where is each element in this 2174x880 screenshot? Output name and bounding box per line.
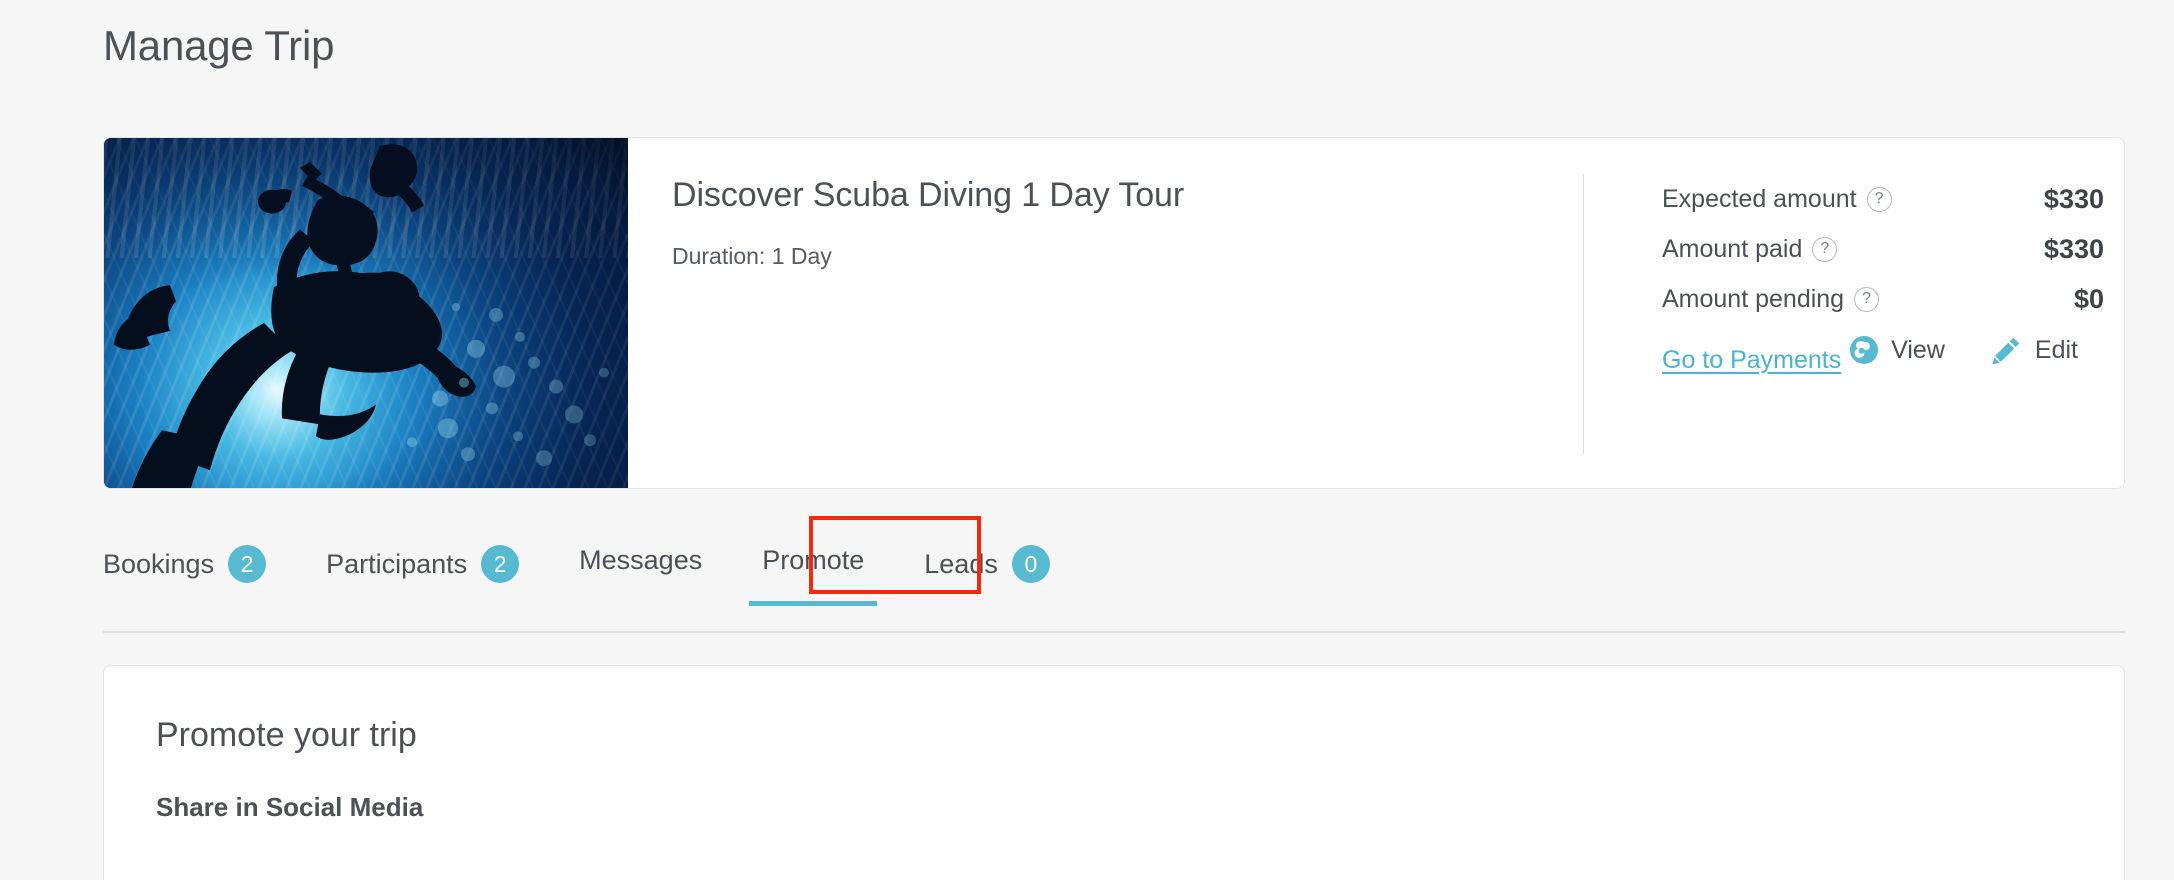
payments-link-wrap: Go to Payments <box>1614 324 2124 375</box>
tab-promote[interactable]: Promote <box>762 513 864 606</box>
amount-paid-value: $330 <box>2043 233 2104 264</box>
tab-bookings-badge: 2 <box>228 545 267 583</box>
tabs-list: Bookings 2 Participants 2 Messages Promo… <box>103 513 1110 613</box>
card-vertical-divider <box>1583 174 1584 454</box>
tabs-row: Bookings 2 Participants 2 Messages Promo… <box>103 513 2125 632</box>
amount-row-expected: Expected amount ? $330 <box>1614 174 2124 224</box>
amount-pending-value: $0 <box>2073 283 2104 314</box>
amount-row-pending: Amount pending ? $0 <box>1614 274 2124 324</box>
tab-messages-label: Messages <box>579 545 703 575</box>
expected-amount-label: Expected amount <box>1662 184 1857 213</box>
tab-leads-label: Leads <box>924 548 998 579</box>
tab-participants-badge: 2 <box>481 545 520 583</box>
manage-trip-page: Manage Trip Discover Scuba Diving 1 Day … <box>0 0 2174 880</box>
tab-messages[interactable]: Messages <box>579 513 702 606</box>
tab-participants-label: Participants <box>326 548 468 579</box>
share-social-media-heading: Share in Social Media <box>156 792 424 822</box>
trip-summary-card: Discover Scuba Diving 1 Day Tour Duratio… <box>103 137 2125 489</box>
promote-panel: Promote your trip Share in Social Media <box>103 665 2125 880</box>
tabs-bottom-divider <box>103 631 2125 633</box>
amount-pending-help-icon[interactable]: ? <box>1854 286 1880 312</box>
amount-row-paid: Amount paid ? $330 <box>1614 224 2124 274</box>
expected-amount-help-icon[interactable]: ? <box>1866 186 1892 212</box>
tab-bookings-label: Bookings <box>103 548 215 579</box>
tab-leads[interactable]: Leads 0 <box>924 513 1050 613</box>
trip-thumbnail-image <box>104 138 628 488</box>
amounts-panel: Expected amount ? $330 Amount paid ? $33… <box>1614 138 2124 375</box>
go-to-payments-link[interactable]: Go to Payments <box>1662 346 1841 374</box>
tab-leads-badge: 0 <box>1011 545 1050 583</box>
amount-paid-help-icon[interactable]: ? <box>1812 236 1838 262</box>
image-vignette <box>104 138 628 488</box>
amount-paid-label: Amount paid <box>1662 234 1803 263</box>
expected-amount-value: $330 <box>2043 183 2104 214</box>
promote-panel-title: Promote your trip <box>156 716 417 754</box>
tab-participants[interactable]: Participants 2 <box>326 513 520 613</box>
tab-bookings[interactable]: Bookings 2 <box>103 513 267 613</box>
tab-promote-label: Promote <box>762 545 865 575</box>
page-title: Manage Trip <box>103 22 335 69</box>
amount-pending-label: Amount pending <box>1662 284 1845 313</box>
